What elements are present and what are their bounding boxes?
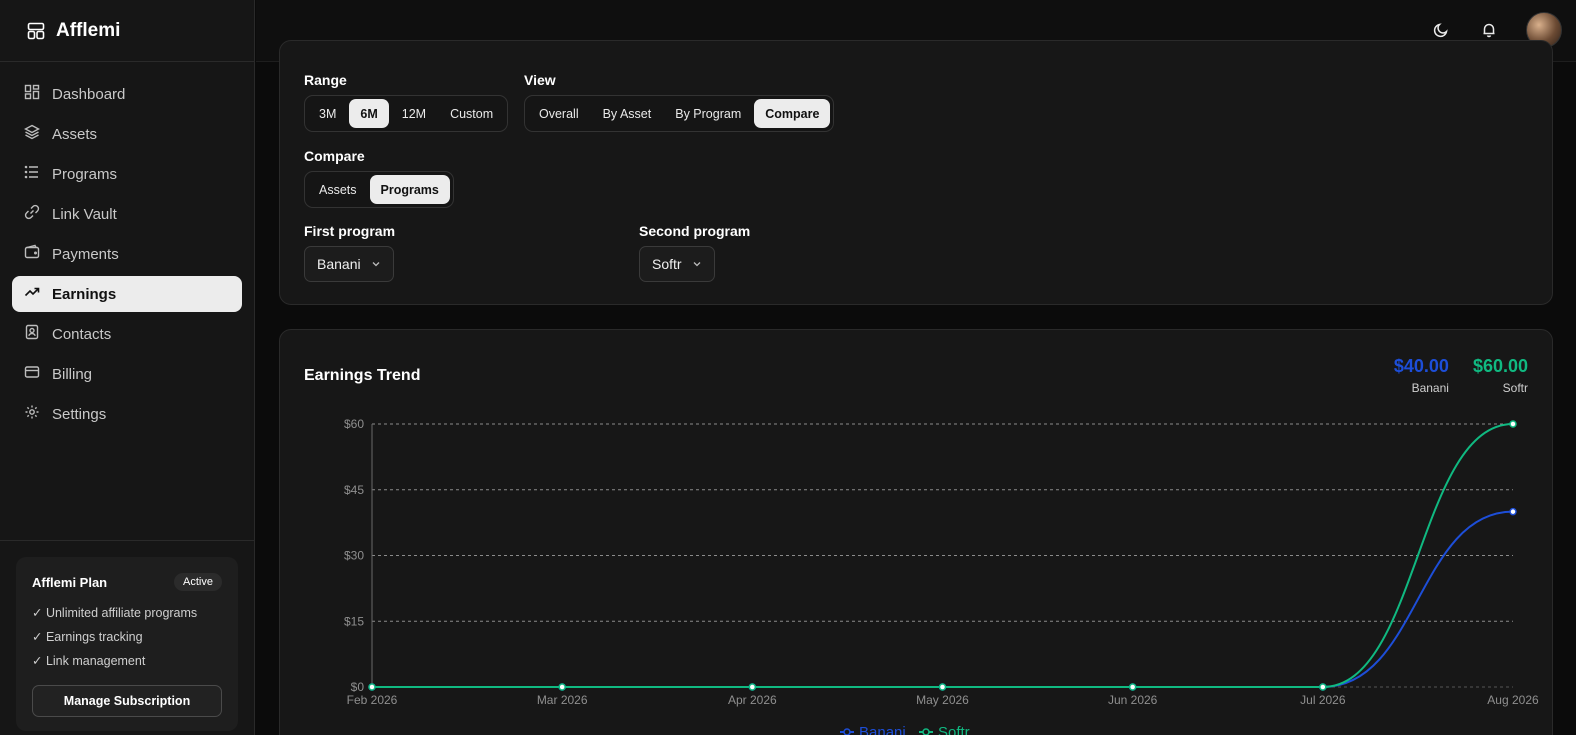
chevron-down-icon (371, 256, 381, 272)
sidebar-divider (0, 540, 255, 541)
app-root: Afflemi Dashboard Assets Programs Link V… (0, 0, 1576, 735)
second-program-label: Second program (639, 223, 751, 239)
view-label: View (524, 72, 556, 88)
sidebar-item-assets[interactable]: Assets (12, 116, 242, 152)
brand[interactable]: Afflemi (0, 0, 254, 62)
link-icon (24, 204, 40, 224)
view-option-compare[interactable]: Compare (754, 99, 831, 128)
filters-card: Range 3M 6M 12M Custom View Overall By A… (279, 40, 1553, 305)
x-tick-label: May 2026 (916, 693, 969, 707)
data-point-softr (938, 683, 947, 691)
second-program-value: Softr (652, 256, 682, 272)
legend-marker (922, 728, 930, 735)
status-badge: Active (174, 573, 222, 591)
data-point-softr (1319, 683, 1327, 691)
y-tick-label: $45 (344, 483, 364, 497)
earnings-line-chart: $0 $15 $30 $45 $60 Feb 2026 Mar 2026 Apr 2026 Ma… (344, 417, 1539, 735)
compare-toggle: Assets Programs (304, 171, 454, 208)
x-tick-label: Jun 2026 (1108, 693, 1158, 707)
view-toggle: Overall By Asset By Program Compare (524, 95, 835, 132)
y-tick-label: $0 (351, 680, 365, 694)
first-program-value: Banani (317, 256, 361, 272)
y-tick-label: $15 (344, 614, 364, 628)
sidebar-item-billing[interactable]: Billing (12, 356, 242, 392)
x-tick-label: Jul 2026 (1300, 693, 1346, 707)
first-program-label: First program (304, 223, 396, 239)
second-program-select[interactable]: Softr (639, 246, 715, 282)
contact-icon (24, 324, 40, 344)
compare-option-programs[interactable]: Programs (369, 175, 450, 204)
y-tick-label: $60 (344, 417, 364, 431)
sidebar: Afflemi Dashboard Assets Programs Link V… (0, 0, 255, 735)
plan-card: Afflemi Plan Active ✓ Unlimited affiliat… (16, 557, 238, 731)
compare-option-assets[interactable]: Assets (308, 175, 368, 204)
sidebar-item-label: Earnings (52, 285, 117, 303)
compare-label: Compare (304, 148, 365, 164)
legend-label: Softr (938, 724, 970, 735)
y-tick-label: $30 (344, 549, 364, 563)
data-point-softr (368, 683, 376, 691)
sidebar-item-programs[interactable]: Programs (12, 156, 242, 192)
range-option-12m[interactable]: 12M (391, 99, 437, 128)
card-icon (24, 364, 40, 384)
sidebar-item-label: Assets (52, 125, 98, 143)
x-tick-label: Feb 2026 (347, 693, 398, 707)
sidebar-item-dashboard[interactable]: Dashboard (12, 76, 242, 112)
dashboard-icon (24, 84, 40, 104)
range-option-6m[interactable]: 6M (349, 99, 389, 128)
range-option-custom[interactable]: Custom (439, 99, 504, 128)
sidebar-item-earnings[interactable]: Earnings (12, 276, 242, 312)
bell-icon[interactable] (1478, 19, 1500, 41)
data-point-softr (1509, 420, 1517, 428)
legend-label: Banani (859, 724, 906, 735)
view-option-by-program[interactable]: By Program (664, 99, 752, 128)
sidebar-item-link-vault[interactable]: Link Vault (12, 196, 242, 232)
legend-marker (843, 728, 851, 735)
range-option-3m[interactable]: 3M (308, 99, 347, 128)
chevron-down-icon (692, 256, 702, 272)
view-option-by-asset[interactable]: By Asset (592, 99, 663, 128)
sidebar-item-label: Settings (52, 405, 107, 423)
plan-feature: ✓ Link management (32, 654, 146, 668)
sidebar-item-label: Payments (52, 245, 119, 263)
view-option-overall[interactable]: Overall (528, 99, 590, 128)
x-tick-label: Aug 2026 (1487, 693, 1539, 707)
data-point-banani (1509, 507, 1517, 516)
data-point-softr (748, 683, 757, 691)
series-line-banani (372, 510, 1514, 688)
x-tick-label: Mar 2026 (537, 693, 588, 707)
trend-icon (24, 284, 40, 304)
sidebar-item-label: Billing (52, 365, 93, 383)
sidebar-item-label: Link Vault (52, 205, 117, 223)
plan-feature: ✓ Earnings tracking (32, 630, 143, 644)
wallet-icon (24, 244, 40, 264)
sidebar-item-label: Contacts (52, 325, 112, 343)
sidebar-nav: Dashboard Assets Programs Link Vault Pay… (0, 62, 254, 450)
x-tick-label: Apr 2026 (728, 693, 777, 707)
range-label: Range (304, 72, 347, 88)
list-icon (24, 164, 40, 184)
layers-icon (24, 124, 40, 144)
sidebar-item-label: Programs (52, 165, 118, 183)
plan-title: Afflemi Plan (32, 574, 108, 590)
first-program-select[interactable]: Banani (304, 246, 394, 282)
brand-name: Afflemi (56, 19, 121, 41)
sidebar-item-settings[interactable]: Settings (12, 396, 242, 432)
sidebar-item-contacts[interactable]: Contacts (12, 316, 242, 352)
sidebar-item-label: Dashboard (52, 85, 126, 103)
logo-icon (26, 21, 46, 41)
moon-icon[interactable] (1430, 19, 1452, 41)
plan-feature: ✓ Unlimited affiliate programs (32, 606, 198, 620)
sidebar-item-payments[interactable]: Payments (12, 236, 242, 272)
earnings-trend-card: Earnings Trend $40.00 Banani $60.00 Soft… (279, 329, 1553, 735)
gear-icon (24, 404, 40, 424)
data-point-softr (558, 683, 566, 691)
manage-subscription-button[interactable]: Manage Subscription (32, 685, 222, 717)
data-point-softr (1128, 683, 1137, 691)
range-toggle: 3M 6M 12M Custom (304, 95, 509, 132)
